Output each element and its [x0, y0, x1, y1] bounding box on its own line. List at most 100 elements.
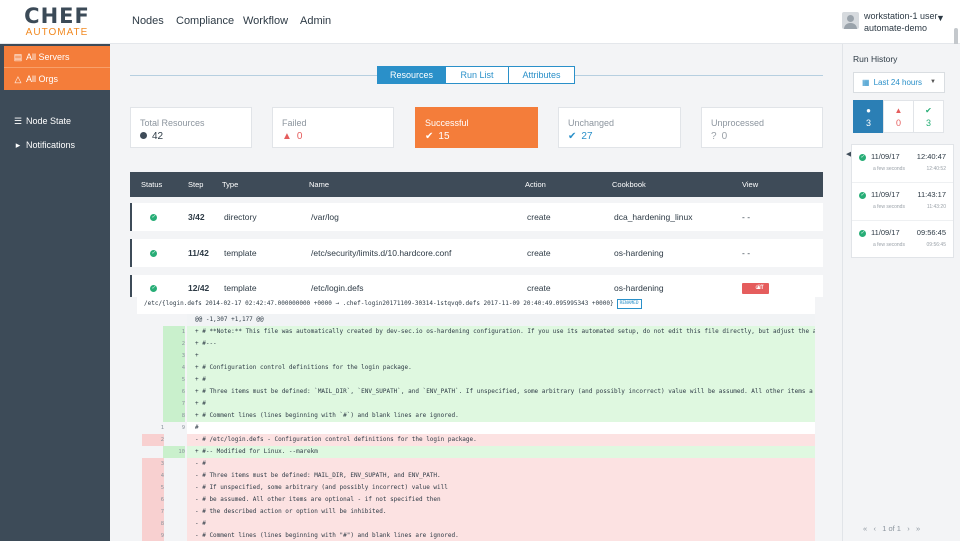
diff-line-del: 6 - # be assumed. All other items are opt…	[137, 494, 815, 506]
old-line-number: 8	[142, 518, 164, 530]
diff-line-text: - # Comment lines (lines beginning with …	[195, 532, 459, 539]
table-row-expanded[interactable]: ✓ 12/42 template /etc/login.defs create …	[130, 275, 823, 297]
diff-file-header: /etc/{login.defs 2014-02-17 02:42:47.000…	[137, 296, 815, 314]
diff-line-bg	[187, 518, 815, 530]
card-unprocessed[interactable]: Unprocessed ? 0	[701, 107, 823, 148]
new-line-number: 4	[163, 362, 185, 374]
run-time: 09:56:45	[916, 228, 946, 237]
tab-attributes[interactable]: Attributes	[508, 66, 575, 84]
diff-line-del: 2 - # /etc/login.defs - Configuration con…	[137, 434, 815, 446]
diff-view: @@ -1,307 +1,177 @@ 1 + # **Note:** This f…	[137, 314, 815, 541]
col-step: Step	[188, 180, 204, 189]
card-failed[interactable]: Failed ▲ 0	[272, 107, 394, 148]
diff-line-add: 4 + # Configuration control definitions f…	[137, 362, 815, 374]
time-range-select[interactable]: ▦ Last 24 hours ▼	[853, 72, 945, 93]
filter-all-runs[interactable]: ● 3	[853, 100, 884, 133]
nav-workflow[interactable]: Workflow	[243, 15, 288, 27]
page-indicator: 1 of 1	[882, 524, 901, 533]
diff-line-text: - # Three items must be defined: MAIL_DI…	[195, 472, 441, 479]
run-item[interactable]: ✓ 11/09/17 11:43:17 a few seconds 11:43:…	[852, 183, 953, 221]
diff-line-text: + #---	[195, 340, 217, 347]
diff-line-text: + #	[195, 376, 206, 383]
diff-line-bg	[187, 374, 815, 386]
sidebar-item-node-state[interactable]: ☰ Node State	[4, 110, 110, 132]
diff-line-add: 6 + # Three items must be defined: `MAIL_…	[137, 386, 815, 398]
new-line-number: 1	[163, 326, 185, 338]
run-date: 11/09/17	[871, 190, 900, 199]
run-time: 12:40:47	[916, 152, 946, 161]
run-ago: a few seconds	[873, 242, 905, 248]
tab-resources[interactable]: Resources	[377, 66, 446, 84]
card-successful[interactable]: Successful ✔ 15	[415, 107, 538, 148]
card-title: Successful	[425, 118, 469, 128]
warning-icon: ▲	[894, 106, 903, 115]
card-value: 0	[296, 131, 303, 142]
col-type: Type	[222, 180, 239, 189]
diff-line-text: + #-- Modified for Linux. --marekm	[195, 448, 318, 455]
check-circle-icon: ✔	[568, 131, 577, 142]
user-name: workstation-1 user	[864, 11, 938, 21]
diff-line-text: #	[195, 424, 199, 431]
prev-page-icon[interactable]: ‹	[873, 524, 876, 533]
diff-line-bg	[187, 458, 815, 470]
sidebar-item-all-servers[interactable]: ▤ All Servers	[4, 46, 110, 68]
first-page-icon[interactable]: «	[863, 524, 867, 533]
run-item[interactable]: ✓ 11/09/17 12:40:47 a few seconds 12:40:…	[852, 145, 953, 183]
table-row[interactable]: ✓ 11/42 template /etc/security/limits.d/…	[130, 239, 823, 267]
filter-successful-runs[interactable]: ✔ 3	[913, 100, 944, 133]
top-bar: CHEF AUTOMATE Nodes Compliance Workflow …	[0, 0, 960, 44]
new-line-number: 6	[163, 386, 185, 398]
diff-line-del: 3 - #	[137, 458, 815, 470]
old-line-number: 5	[142, 482, 164, 494]
nav-nodes[interactable]: Nodes	[132, 15, 164, 27]
col-cookbook: Cookbook	[612, 180, 646, 189]
sidebar-item-notifications[interactable]: ▸ Notifications	[4, 134, 110, 156]
user-menu[interactable]: workstation-1 user automate-demo ▼	[842, 11, 960, 33]
megaphone-icon: ▸	[15, 140, 21, 150]
row-view: - -	[742, 212, 751, 222]
card-unchanged[interactable]: Unchanged ✔ 27	[558, 107, 681, 148]
card-title: Failed	[282, 118, 307, 128]
diff-line-text: @@ -1,307 +1,177 @@	[195, 316, 264, 323]
col-action: Action	[525, 180, 546, 189]
diff-line-text: + #	[195, 400, 206, 407]
card-title: Unchanged	[568, 118, 615, 128]
check-circle-icon: ✓	[150, 214, 157, 222]
diff-line-text: - # /etc/login.defs - Configuration cont…	[195, 436, 477, 443]
new-line-number: 3	[163, 350, 185, 362]
tab-run-list[interactable]: Run List	[445, 66, 509, 84]
diff-line-add: 2 + #---	[137, 338, 815, 350]
diff-toggle-button[interactable]: diff ▲	[742, 283, 769, 294]
chevron-down-icon[interactable]: ▼	[936, 13, 945, 23]
sidebar-item-all-orgs[interactable]: △ All Orgs	[4, 68, 110, 90]
nav-compliance[interactable]: Compliance	[176, 15, 234, 27]
old-line-number: 2	[142, 434, 164, 446]
last-page-icon[interactable]: »	[916, 524, 920, 533]
card-value: 42	[152, 131, 164, 142]
diff-line-text: - # the described action or option will …	[195, 508, 387, 515]
diff-line-text: +	[195, 352, 199, 359]
question-icon: ?	[711, 131, 717, 142]
sidebar-item-label: Node State	[26, 116, 72, 126]
list-icon: ☰	[13, 116, 23, 126]
next-page-icon[interactable]: ›	[907, 524, 910, 533]
diff-line-add: 10 + #-- Modified for Linux. --marekm	[137, 446, 815, 458]
check-circle-icon: ✓	[150, 250, 157, 258]
card-title: Unprocessed	[711, 118, 765, 128]
filter-failed-runs[interactable]: ▲ 0	[883, 100, 914, 133]
table-row[interactable]: ✓ 3/42 directory /var/log create dca_har…	[130, 203, 823, 231]
chef-automate-logo[interactable]: CHEF AUTOMATE	[22, 6, 92, 39]
nav-admin[interactable]: Admin	[300, 15, 331, 27]
old-line-number: 1	[160, 425, 164, 431]
check-circle-icon: ✓	[859, 153, 866, 161]
run-end-time: 09:56:45	[926, 242, 946, 248]
dot-icon	[140, 132, 147, 139]
stat-value: 3	[925, 118, 931, 128]
diff-line-bg	[187, 422, 815, 434]
old-line-number: 6	[142, 494, 164, 506]
run-item[interactable]: ✓ 11/09/17 09:56:45 a few seconds 09:56:…	[852, 221, 953, 259]
new-line-number: 9	[181, 425, 185, 431]
card-total-resources[interactable]: Total Resources 42	[130, 107, 252, 148]
time-range-value: Last 24 hours	[873, 78, 923, 87]
new-line-number: 5	[163, 374, 185, 386]
